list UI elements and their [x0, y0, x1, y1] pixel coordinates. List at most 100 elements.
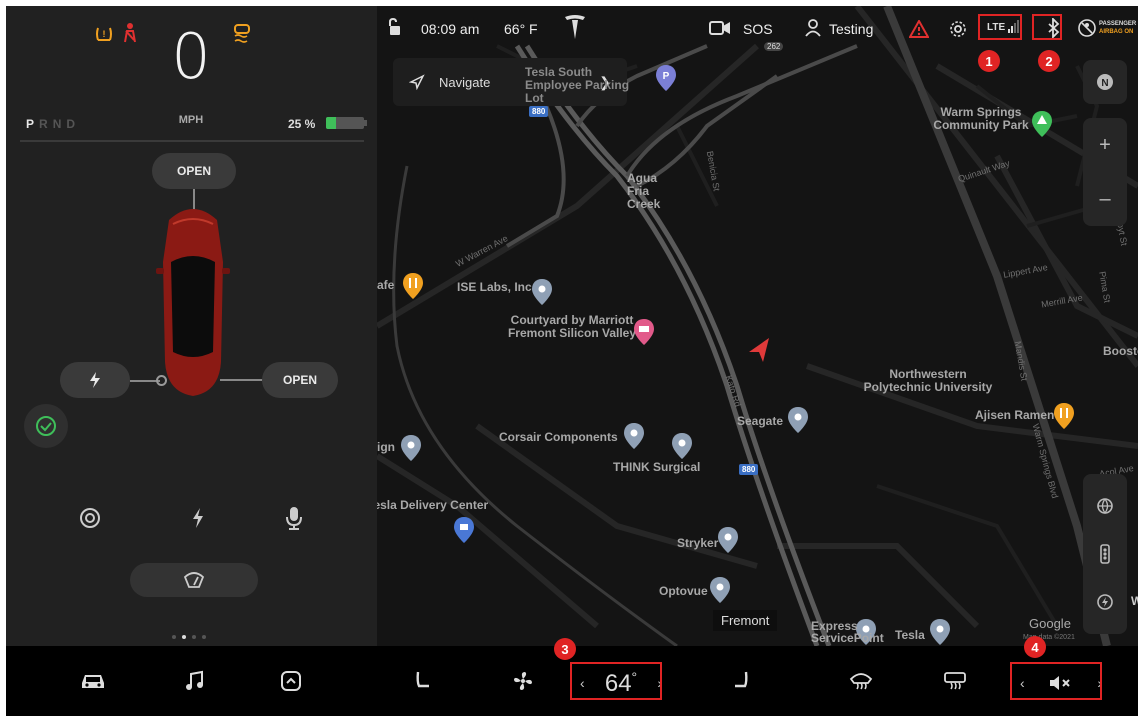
map-label: Tesla	[895, 628, 925, 642]
alert-icon[interactable]	[909, 20, 929, 38]
park-pin-icon[interactable]	[1031, 110, 1053, 138]
microphone-icon[interactable]	[282, 504, 306, 532]
highway-shield: 880	[739, 464, 759, 475]
battery-tip	[364, 120, 367, 126]
poi-pin-icon[interactable]	[709, 576, 731, 604]
annotation-badge-2: 2	[1038, 50, 1060, 72]
battery-percent: 25 %	[288, 117, 316, 131]
delivery-pin-icon[interactable]	[453, 516, 475, 544]
airbag-label-1: PASSENGER	[1099, 21, 1137, 27]
top-status-bar: 08:09 am 66° F SOS 262 Testing LTE PASSE…	[377, 6, 1138, 51]
speed-value: 0	[171, 20, 211, 93]
map-label: Stryker	[677, 536, 719, 550]
hotel-pin-icon[interactable]	[633, 318, 655, 346]
wiper-icon	[183, 572, 205, 588]
traffic-light-icon	[1100, 544, 1110, 564]
car-position-icon	[749, 338, 769, 362]
airbag-icon	[1078, 19, 1096, 37]
map-label: THINK Surgical	[613, 460, 701, 474]
zoom-in-button[interactable]: +	[1083, 118, 1127, 172]
traction-control-icon	[230, 22, 254, 44]
charge-dot	[156, 375, 167, 386]
map-layers-button[interactable]	[1083, 474, 1127, 634]
status-ok-button[interactable]	[24, 404, 68, 448]
annotation-box-volume	[1010, 662, 1102, 700]
poi-pin-icon[interactable]	[717, 526, 739, 554]
frunk-open-button[interactable]: OPEN	[152, 153, 236, 189]
sos-button[interactable]: SOS	[743, 21, 773, 37]
city-label: Fremont	[713, 610, 778, 631]
settings-gear-icon[interactable]	[949, 20, 967, 38]
zoom-out-button[interactable]: –	[1083, 172, 1127, 226]
music-icon[interactable]	[178, 664, 212, 698]
navigate-label: Navigate	[439, 74, 491, 90]
charge-port-button[interactable]	[60, 362, 130, 398]
trunk-open-button[interactable]: OPEN	[262, 362, 338, 398]
seatbelt-warning-icon	[120, 22, 140, 44]
car-status-panel: ! PRND 0 MPH 25 % OPEN OPEN	[6, 6, 377, 646]
gear-r: R	[39, 117, 53, 131]
map-label: Courtyard by Marriott Fremont Silicon Va…	[507, 313, 637, 340]
map-label: Express ServicePoint	[811, 619, 884, 645]
rear-defrost-icon[interactable]	[938, 664, 972, 698]
tesla-logo-icon[interactable]	[563, 14, 587, 40]
profile-name[interactable]: Testing	[829, 21, 873, 37]
clock: 08:09 am	[421, 21, 480, 37]
fan-icon[interactable]	[506, 664, 540, 698]
restaurant-pin-icon[interactable]	[1053, 402, 1075, 430]
poi-pin-icon[interactable]	[787, 406, 809, 434]
map-pin-icon[interactable]: P	[655, 64, 677, 92]
annotation-box-bluetooth	[1032, 14, 1062, 40]
map-label: Corsair Components	[499, 430, 618, 444]
globe-icon	[1097, 497, 1113, 514]
car-top-view	[153, 202, 233, 398]
navigation-map[interactable]: Navigate ❯ Tesla South Employee Parking …	[377, 6, 1138, 646]
restaurant-pin-icon[interactable]	[402, 272, 424, 300]
front-defrost-icon[interactable]	[844, 664, 878, 698]
poi-pin-icon[interactable]	[623, 422, 645, 450]
profile-icon[interactable]	[805, 19, 821, 37]
google-logo: Google	[1029, 616, 1071, 631]
battery-icon	[326, 117, 364, 129]
charging-station-icon	[1097, 594, 1113, 611]
map-label: Agua Fria Creek	[627, 171, 661, 211]
annotation-box-lte	[978, 14, 1022, 40]
app-launcher-icon[interactable]	[274, 664, 308, 698]
navigate-arrow-icon	[409, 74, 425, 90]
battery-fill	[326, 117, 336, 129]
outside-temperature: 66° F	[504, 21, 538, 37]
svg-text:P: P	[663, 71, 670, 82]
gear-p: P	[26, 117, 40, 131]
highway-shield: 262	[764, 42, 784, 51]
car-icon[interactable]	[76, 664, 110, 698]
annotation-box-climate-temp	[570, 662, 662, 700]
map-label: Booste	[1103, 344, 1138, 358]
tesla-screen: ! PRND 0 MPH 25 % OPEN OPEN Navigate ❯ T…	[6, 6, 1138, 716]
map-label: Northwestern Polytechnic University	[863, 367, 993, 394]
airbag-label-2: AIRBAG ON	[1099, 29, 1134, 35]
poi-pin-icon[interactable]	[531, 278, 553, 306]
annotation-badge-4: 4	[1024, 636, 1046, 658]
check-circle-icon	[36, 416, 56, 436]
trunk-line	[220, 379, 264, 381]
camera-icon[interactable]	[78, 506, 102, 530]
poi-pin-icon[interactable]	[400, 434, 422, 462]
map-label: Optovue	[659, 584, 708, 598]
poi-pin-icon[interactable]	[671, 432, 693, 460]
map-label: Ajisen Ramen	[975, 408, 1055, 422]
poi-pin-icon[interactable]	[929, 618, 951, 646]
map-label: Tesla Delivery Center	[377, 498, 489, 512]
annotation-badge-1: 1	[978, 50, 1000, 72]
unlock-icon[interactable]	[387, 18, 401, 36]
annotation-badge-3: 3	[554, 638, 576, 660]
compass-button[interactable]: N	[1083, 60, 1127, 104]
passenger-seat-heater-icon[interactable]	[724, 664, 758, 698]
dashcam-icon[interactable]	[709, 20, 731, 36]
lightning-icon[interactable]	[186, 504, 210, 532]
driver-seat-heater-icon[interactable]	[406, 664, 440, 698]
map-label: Warm Springs Community Park	[933, 105, 1029, 132]
wiper-button[interactable]	[130, 563, 258, 597]
map-label: afe	[377, 278, 395, 292]
tire-pressure-warning-icon: !	[94, 24, 114, 44]
page-dots	[172, 635, 206, 639]
